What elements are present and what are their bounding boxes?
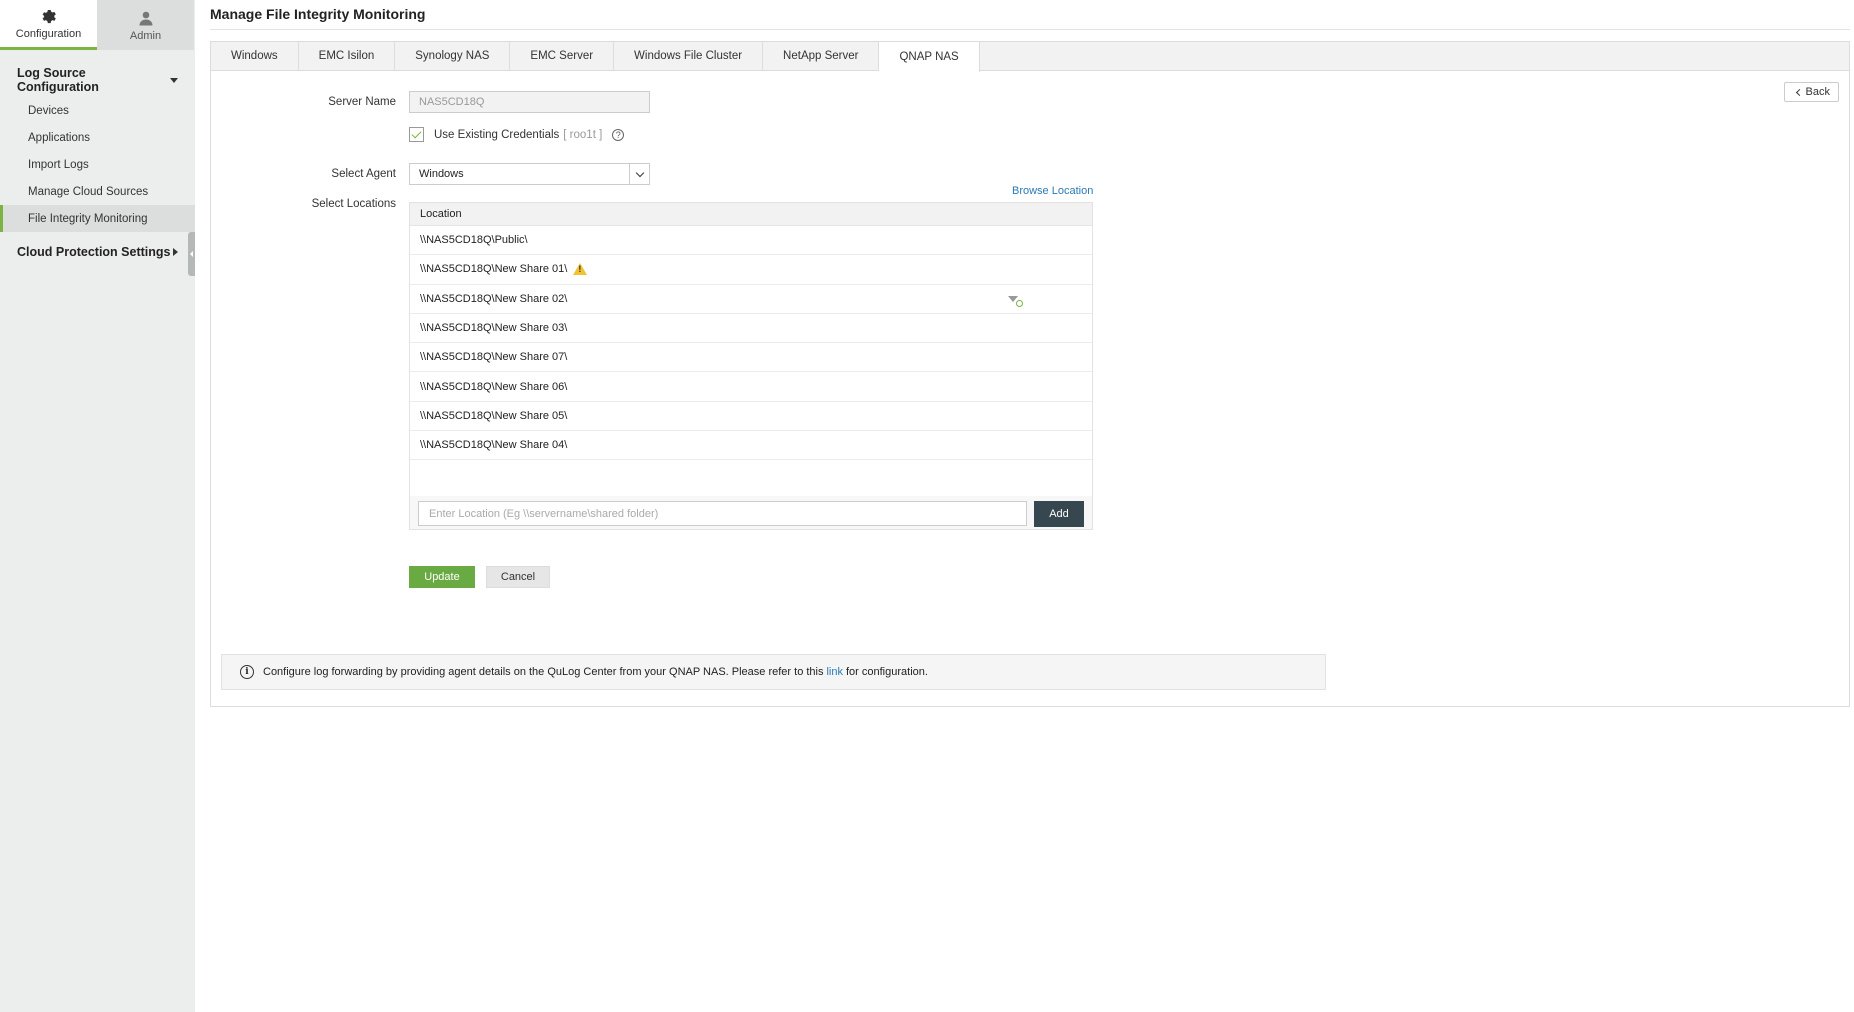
location-row[interactable]: \\NAS5CD18Q\New Share 03\ bbox=[410, 314, 1092, 344]
info-text-end: for configuration. bbox=[846, 666, 928, 678]
locations-table: Location \\NAS5CD18Q\Public\ \\NAS5CD18Q… bbox=[409, 202, 1093, 530]
page-title: Manage File Integrity Monitoring bbox=[210, 0, 1850, 30]
nav-group-log-source-configuration[interactable]: Log Source Configuration bbox=[0, 63, 195, 97]
location-column-header: Location bbox=[410, 203, 1092, 226]
warning-icon bbox=[573, 263, 588, 276]
location-row[interactable]: \\NAS5CD18Q\New Share 06\ bbox=[410, 372, 1092, 402]
location-path: \\NAS5CD18Q\Public\ bbox=[420, 234, 528, 247]
location-path: \\NAS5CD18Q\New Share 01\ bbox=[420, 263, 568, 276]
use-existing-credentials-label: Use Existing Credentials bbox=[434, 128, 560, 141]
info-icon: i bbox=[240, 665, 254, 679]
tab-emc-server[interactable]: EMC Server bbox=[510, 42, 615, 70]
caret-right-icon bbox=[173, 248, 178, 256]
location-path: \\NAS5CD18Q\New Share 07\ bbox=[420, 351, 568, 364]
back-button-label: Back bbox=[1805, 86, 1830, 98]
use-existing-credentials-row: Use Existing Credentials [ roo1t ] ? bbox=[409, 127, 625, 142]
sidebar-item-file-integrity-monitoring[interactable]: File Integrity Monitoring bbox=[0, 205, 195, 232]
location-row[interactable]: \\NAS5CD18Q\New Share 02\ bbox=[410, 285, 1092, 314]
select-locations-label: Select Locations bbox=[311, 198, 396, 210]
browse-location-link[interactable]: Browse Location bbox=[1012, 185, 1093, 197]
sidebar-item-applications[interactable]: Applications bbox=[0, 124, 195, 151]
location-path: \\NAS5CD18Q\New Share 02\ bbox=[420, 292, 568, 305]
info-banner: i Configure log forwarding by providing … bbox=[221, 654, 1326, 690]
location-path: \\NAS5CD18Q\New Share 04\ bbox=[420, 439, 568, 452]
sidebar-item-import-logs[interactable]: Import Logs bbox=[0, 151, 195, 178]
location-row[interactable]: \\NAS5CD18Q\New Share 05\ bbox=[410, 402, 1092, 432]
sidebar-item-label: Devices bbox=[28, 104, 69, 117]
sidebar-top-tabs: Configuration Admin bbox=[0, 0, 195, 50]
info-text: Configure log forwarding by providing ag… bbox=[263, 666, 824, 678]
select-agent-label: Select Agent bbox=[331, 168, 396, 180]
nav-group-cloud-protection-settings[interactable]: Cloud Protection Settings bbox=[0, 235, 195, 269]
sidebar-item-manage-cloud-sources[interactable]: Manage Cloud Sources bbox=[0, 178, 195, 205]
tab-emc-isilon[interactable]: EMC Isilon bbox=[299, 42, 396, 70]
location-row[interactable]: \\NAS5CD18Q\New Share 07\ bbox=[410, 343, 1092, 373]
tab-qnap-nas[interactable]: QNAP NAS bbox=[879, 42, 980, 72]
location-path: \\NAS5CD18Q\New Share 03\ bbox=[420, 322, 568, 335]
tab-configuration-label: Configuration bbox=[15, 28, 82, 40]
location-list: \\NAS5CD18Q\Public\ \\NAS5CD18Q\New Shar… bbox=[410, 226, 1092, 496]
sidebar-item-label: File Integrity Monitoring bbox=[28, 212, 148, 225]
chevron-down-icon bbox=[629, 164, 649, 184]
select-agent-value: Windows bbox=[419, 168, 464, 180]
sidebar: Configuration Admin Log Source Configura… bbox=[0, 0, 195, 1012]
sidebar-item-label: Applications bbox=[28, 131, 91, 144]
back-button[interactable]: Back bbox=[1783, 82, 1839, 102]
sidebar-item-label: Manage Cloud Sources bbox=[28, 185, 149, 198]
cancel-button[interactable]: Cancel bbox=[486, 566, 550, 588]
user-icon bbox=[138, 9, 154, 27]
add-location-button[interactable]: Add bbox=[1034, 501, 1084, 527]
sidebar-item-label: Import Logs bbox=[28, 158, 89, 171]
select-agent-dropdown[interactable]: Windows bbox=[409, 163, 650, 185]
tab-windows[interactable]: Windows bbox=[211, 42, 299, 70]
tab-configuration[interactable]: Configuration bbox=[0, 0, 97, 50]
tab-netapp-server[interactable]: NetApp Server bbox=[763, 42, 880, 70]
update-button[interactable]: Update bbox=[409, 566, 475, 588]
location-path: \\NAS5CD18Q\New Share 05\ bbox=[420, 409, 568, 422]
server-name-label: Server Name bbox=[328, 96, 396, 108]
location-input[interactable] bbox=[418, 501, 1027, 526]
location-row[interactable]: \\NAS5CD18Q\New Share 04\ bbox=[410, 431, 1092, 461]
server-name-field[interactable]: NAS5CD18Q bbox=[409, 91, 650, 113]
tab-synology-nas[interactable]: Synology NAS bbox=[395, 42, 511, 70]
nav-group-label: Log Source Configuration bbox=[17, 66, 99, 94]
info-link[interactable]: link bbox=[826, 666, 843, 678]
chevron-left-icon bbox=[190, 251, 193, 257]
source-type-tabs: Windows EMC Isilon Synology NAS EMC Serv… bbox=[211, 42, 1849, 72]
help-icon[interactable]: ? bbox=[612, 128, 625, 141]
use-existing-credentials-checkbox[interactable] bbox=[409, 127, 424, 142]
caret-down-icon bbox=[170, 77, 178, 83]
credentials-user: [ roo1t ] bbox=[563, 128, 603, 141]
nav-group-label: Cloud Protection Settings bbox=[17, 245, 171, 259]
tab-admin-label: Admin bbox=[129, 29, 162, 42]
sidebar-item-devices[interactable]: Devices bbox=[0, 97, 195, 124]
tab-admin[interactable]: Admin bbox=[97, 0, 194, 50]
check-icon bbox=[411, 128, 422, 139]
location-path: \\NAS5CD18Q\New Share 06\ bbox=[420, 380, 568, 393]
tab-windows-file-cluster[interactable]: Windows File Cluster bbox=[614, 42, 764, 70]
main-content: Manage File Integrity Monitoring Windows… bbox=[210, 0, 1850, 707]
sidebar-collapse-handle[interactable] bbox=[188, 232, 195, 276]
location-row[interactable]: \\NAS5CD18Q\Public\ bbox=[410, 226, 1092, 256]
gear-icon bbox=[41, 7, 56, 25]
filter-icon[interactable] bbox=[1008, 295, 1023, 307]
location-row[interactable]: \\NAS5CD18Q\New Share 01\ bbox=[410, 255, 1092, 285]
chevron-left-icon bbox=[1795, 88, 1803, 96]
fim-panel: Windows EMC Isilon Synology NAS EMC Serv… bbox=[210, 41, 1850, 707]
